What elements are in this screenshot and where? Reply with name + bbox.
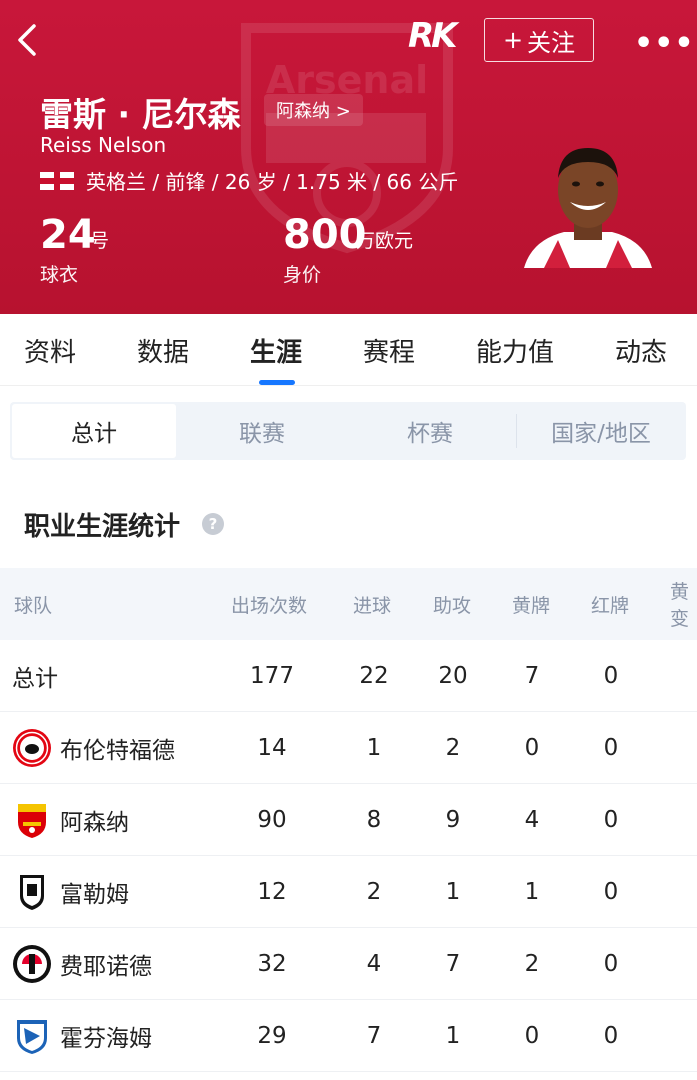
cell-goals: 4 [366,951,382,977]
cell-assists: 9 [445,807,461,833]
player-name-cn: 雷斯 · 尼尔森 [40,95,241,134]
market-value-label: 身价 [283,264,322,286]
cell-team: 布伦特福德 [12,712,175,784]
cell-assists: 1 [445,1023,461,1049]
section-title: 职业生涯统计 [24,512,181,542]
player-meta: 英格兰 / 前锋 / 26 岁 / 1.75 米 / 66 公斤 [40,166,458,195]
cell-appearances: 14 [257,735,287,761]
cell-team: 总计 [12,640,58,712]
shirt-label: 球衣 [40,264,79,286]
cell-yellow-cards: 1 [524,879,540,905]
stats-table-header: 球队 出场次数 进球 助攻 黄牌 红牌 黄变 [0,568,697,640]
shirt-unit: 号 [90,230,110,252]
follow-label: 关注 [527,28,576,57]
table-row[interactable]: 阿森纳 90 8 9 4 0 [0,784,697,856]
cell-assists: 1 [445,879,461,905]
hoffenheim-badge-icon [12,1016,52,1056]
tab-ability[interactable]: 能力值 [476,332,554,369]
column-header-yellow-to-red: 黄变 [670,581,690,630]
cell-red-cards: 0 [603,735,619,761]
fulham-badge-icon [12,872,52,912]
team-name: 阿森纳 [60,810,129,836]
segment-cup[interactable]: 杯赛 [346,402,514,460]
cell-red-cards: 0 [603,807,619,833]
column-header-red-cards: 红牌 [591,594,630,617]
profile-tabs: 资料 数据 生涯 赛程 能力值 动态 [0,314,697,386]
player-name-en: Reiss Nelson [40,133,167,157]
column-header-appearances: 出场次数 [231,594,308,617]
cell-goals: 1 [366,735,382,761]
cell-red-cards: 0 [603,663,619,689]
team-name: 富勒姆 [60,882,129,908]
team-name: 布伦特福德 [60,738,175,764]
cell-assists: 20 [438,663,468,689]
cell-yellow-cards: 0 [524,735,540,761]
cell-red-cards: 0 [603,1023,619,1049]
column-header-team: 球队 [14,594,53,617]
team-name: 总计 [12,666,58,692]
help-icon[interactable]: ? [202,513,224,535]
tab-career[interactable]: 生涯 [250,332,302,369]
cell-appearances: 32 [257,951,287,977]
cell-assists: 2 [445,735,461,761]
follow-button[interactable]: + 关注 [484,18,594,62]
cell-goals: 22 [359,663,389,689]
segment-league[interactable]: 联赛 [178,402,346,460]
cell-goals: 2 [366,879,382,905]
feyenoord-badge-icon [12,944,52,984]
table-row[interactable]: 费耶诺德 32 4 7 2 0 [0,928,697,1000]
tab-stats[interactable]: 数据 [137,332,189,369]
player-meta-text: 英格兰 / 前锋 / 26 岁 / 1.75 米 / 66 公斤 [86,170,459,194]
cell-team: 阿森纳 [12,784,129,856]
segment-national[interactable]: 国家/地区 [516,402,686,460]
tab-schedule[interactable]: 赛程 [363,332,415,369]
back-arrow-icon[interactable] [14,22,44,58]
cell-yellow-cards: 7 [524,663,540,689]
market-value-unit: 万欧元 [356,230,414,252]
cell-team: 费耶诺德 [12,928,152,1000]
active-tab-indicator [259,380,295,385]
cell-appearances: 29 [257,1023,287,1049]
cell-red-cards: 0 [603,951,619,977]
cell-yellow-cards: 4 [524,807,540,833]
cell-goals: 8 [366,807,382,833]
segment-total[interactable]: 总计 [12,404,176,458]
team-name: 霍芬海姆 [60,1026,152,1052]
team-link[interactable]: 阿森纳 > [264,94,363,126]
table-row[interactable]: 富勒姆 12 2 1 1 0 [0,856,697,928]
column-header-assists: 助攻 [433,594,472,617]
arsenal-badge-icon [12,800,52,840]
table-row[interactable]: 布伦特福德 14 1 2 0 0 [0,712,697,784]
team-name: 费耶诺德 [60,954,152,980]
cell-appearances: 90 [257,807,287,833]
player-header: Arsenal RK + 关注 ••• 雷斯 · 尼尔森 阿森纳 > Reiss… [0,0,697,314]
column-header-goals: 进球 [353,594,392,617]
player-avatar [524,148,652,268]
market-value: 800 [283,212,367,258]
column-header-yellow-cards: 黄牌 [512,594,551,617]
cell-team: 霍芬海姆 [12,1000,152,1072]
more-options-icon[interactable]: ••• [634,26,695,61]
cell-appearances: 12 [257,879,287,905]
shirt-number: 24 [40,212,96,258]
cell-yellow-cards: 0 [524,1023,540,1049]
tab-profile[interactable]: 资料 [24,332,76,369]
table-row[interactable]: 总计 177 22 20 7 0 [0,640,697,712]
app-logo: RK [408,16,458,56]
cell-yellow-cards: 2 [524,951,540,977]
cell-red-cards: 0 [603,879,619,905]
england-flag-icon [40,171,74,190]
plus-icon: + [502,26,524,54]
cell-goals: 7 [366,1023,382,1049]
cell-team: 富勒姆 [12,856,129,928]
brentford-badge-icon [12,728,52,768]
table-row[interactable]: 霍芬海姆 29 7 1 0 0 [0,1000,697,1072]
tab-feed[interactable]: 动态 [615,332,667,369]
cell-assists: 7 [445,951,461,977]
career-scope-selector: 总计 联赛 杯赛 国家/地区 [10,402,686,460]
cell-appearances: 177 [250,663,294,689]
